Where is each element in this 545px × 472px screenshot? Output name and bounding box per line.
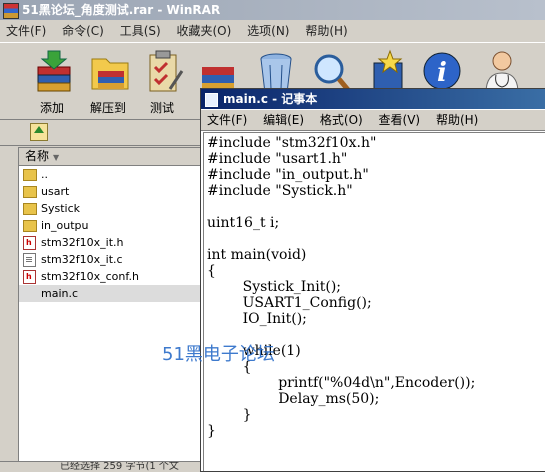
np-menu-edit[interactable]: 编辑(E) bbox=[257, 110, 310, 130]
winrar-menubar: 文件(F) 命令(C) 工具(S) 收藏夹(O) 选项(N) 帮助(H) bbox=[0, 21, 545, 41]
add-button[interactable]: 添加 bbox=[24, 47, 80, 117]
column-header-label: 名称 bbox=[25, 149, 50, 163]
svg-text:i: i bbox=[437, 58, 447, 88]
np-menu-help[interactable]: 帮助(H) bbox=[430, 110, 484, 130]
file-name: stm32f10x_conf.h bbox=[41, 270, 139, 283]
file-name: in_outpu bbox=[41, 219, 89, 232]
file-name: main.c bbox=[41, 287, 79, 300]
menu-options[interactable]: 选项(N) bbox=[241, 21, 295, 41]
notepad-window[interactable]: main.c - 记事本 文件(F) 编辑(E) 格式(O) 查看(V) 帮助(… bbox=[200, 88, 545, 472]
folder-icon bbox=[23, 203, 37, 215]
menu-favorites[interactable]: 收藏夹(O) bbox=[171, 21, 238, 41]
winrar-titlebar[interactable]: 51黑论坛_角度测试.rar - WinRAR bbox=[0, 0, 545, 20]
file-row-stm32f10x-it-c[interactable]: stm32f10x_it.c bbox=[19, 251, 203, 268]
watermark-text: 51黑电子论坛 bbox=[162, 344, 275, 365]
file-name: usart bbox=[41, 185, 70, 198]
menu-command[interactable]: 命令(C) bbox=[56, 21, 110, 41]
menu-help[interactable]: 帮助(H) bbox=[299, 21, 353, 41]
file-row-parent[interactable]: .. bbox=[19, 166, 203, 183]
np-menu-format[interactable]: 格式(O) bbox=[314, 110, 369, 130]
extract-button[interactable]: 解压到 bbox=[80, 47, 136, 117]
winrar-title: 51黑论坛_角度测试.rar - WinRAR bbox=[22, 3, 221, 17]
folder-up-icon[interactable] bbox=[30, 123, 48, 141]
file-name: stm32f10x_it.h bbox=[41, 236, 124, 249]
notepad-text-area[interactable]: #include "stm32f10x.h" #include "usart1.… bbox=[203, 132, 545, 471]
np-menu-file[interactable]: 文件(F) bbox=[201, 110, 253, 130]
notepad-menubar: 文件(F) 编辑(E) 格式(O) 查看(V) 帮助(H) bbox=[201, 110, 545, 131]
file-row-stm32f10x-conf-h[interactable]: stm32f10x_conf.h bbox=[19, 268, 203, 285]
clipboard-test-icon bbox=[149, 50, 184, 92]
extract-label: 解压到 bbox=[89, 101, 126, 115]
menu-file[interactable]: 文件(F) bbox=[0, 21, 52, 41]
file-row-in-outpu[interactable]: in_outpu bbox=[19, 217, 203, 234]
folder-icon bbox=[23, 169, 37, 181]
test-button[interactable]: 测试 bbox=[134, 47, 190, 117]
books-add-icon bbox=[37, 50, 71, 92]
folder-icon bbox=[23, 186, 37, 198]
file-name: .. bbox=[41, 168, 48, 181]
file-name: stm32f10x_it.c bbox=[41, 253, 123, 266]
file-row-stm32f10x-it-h[interactable]: stm32f10x_it.h bbox=[19, 234, 203, 251]
winrar-app-icon bbox=[3, 3, 19, 19]
add-label: 添加 bbox=[39, 101, 64, 115]
menu-tools[interactable]: 工具(S) bbox=[114, 21, 167, 41]
notepad-title: main.c - 记事本 bbox=[223, 92, 318, 106]
folder-extract-icon bbox=[91, 58, 129, 90]
code-text: #include "stm32f10x.h" #include "usart1.… bbox=[207, 135, 476, 439]
column-header-name[interactable]: 名称 ▼ bbox=[19, 148, 203, 166]
header-file-icon bbox=[23, 234, 36, 251]
file-row-systick[interactable]: Systick bbox=[19, 200, 203, 217]
c-file-icon bbox=[23, 253, 36, 267]
notepad-titlebar[interactable]: main.c - 记事本 bbox=[201, 89, 545, 109]
test-label: 测试 bbox=[149, 101, 174, 115]
sort-arrow-icon: ▼ bbox=[53, 153, 60, 162]
np-menu-view[interactable]: 查看(V) bbox=[373, 110, 427, 130]
file-name: Systick bbox=[41, 202, 81, 215]
notepad-app-icon bbox=[205, 93, 218, 107]
winrar-file-list[interactable]: 名称▼ .. usart Systick in_outpu stm32f10x_… bbox=[18, 147, 204, 462]
header-file-icon bbox=[23, 268, 36, 285]
folder-icon bbox=[23, 220, 37, 232]
file-row-main-c[interactable]: main.c bbox=[19, 285, 203, 302]
file-row-usart[interactable]: usart bbox=[19, 183, 203, 200]
